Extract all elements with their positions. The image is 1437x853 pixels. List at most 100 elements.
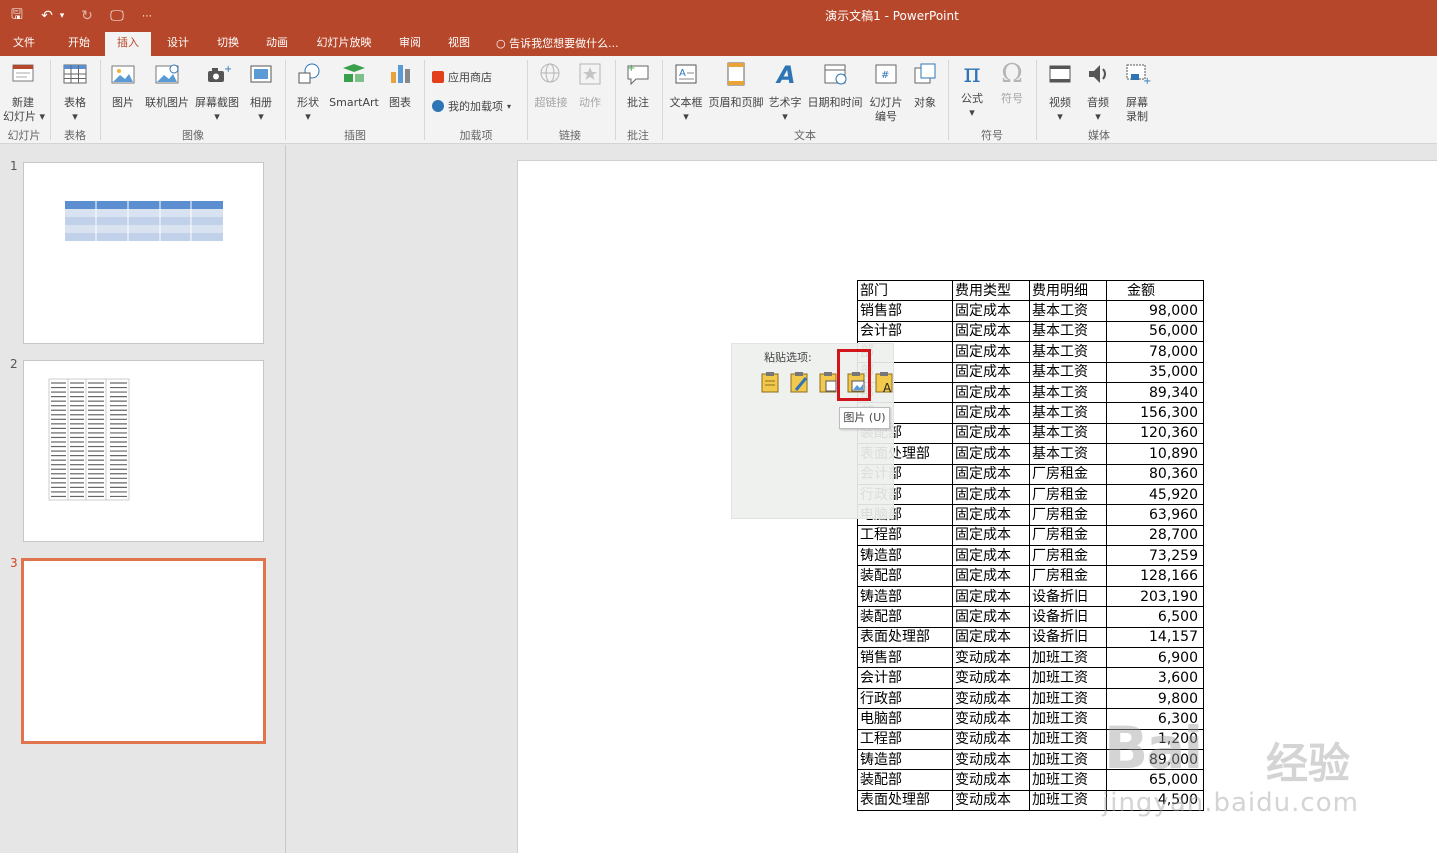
table-cell[interactable]: 变动成本 bbox=[952, 789, 1030, 812]
table-cell[interactable]: 14,157 bbox=[1106, 626, 1204, 649]
table-cell[interactable]: 固定成本 bbox=[952, 320, 1030, 343]
tab-transitions[interactable]: 切换 bbox=[205, 32, 251, 56]
table-cell[interactable]: 变动成本 bbox=[952, 748, 1030, 771]
table-cell[interactable]: 78,000 bbox=[1106, 341, 1204, 363]
action-button[interactable]: 动作 bbox=[572, 60, 608, 110]
table-cell[interactable]: 28,700 bbox=[1106, 524, 1204, 547]
table-cell[interactable]: 35,000 bbox=[1106, 361, 1204, 383]
table-cell[interactable]: 厂房租金 bbox=[1029, 545, 1107, 567]
table-cell[interactable]: 销售部 bbox=[857, 647, 953, 669]
slide-thumbnail-3[interactable] bbox=[21, 558, 266, 744]
table-cell[interactable]: 固定成本 bbox=[952, 463, 1030, 485]
table-cell[interactable]: 固定成本 bbox=[952, 626, 1030, 649]
comment-button[interactable]: + 批注 bbox=[620, 60, 656, 110]
table-cell[interactable]: 加班工资 bbox=[1029, 708, 1107, 730]
table-cell[interactable]: 厂房租金 bbox=[1029, 565, 1107, 587]
header-footer-button[interactable]: 页眉和页脚 bbox=[706, 60, 766, 110]
photo-album-button[interactable]: 相册 ▾ bbox=[243, 60, 279, 124]
my-addins-button[interactable]: 我的加载项 ▾ bbox=[432, 98, 511, 114]
slide-thumbnail-2[interactable] bbox=[23, 360, 264, 542]
text-box-button[interactable]: A 文本框 ▾ bbox=[666, 60, 706, 124]
table-cell[interactable]: 固定成本 bbox=[952, 361, 1030, 383]
table-cell[interactable]: 加班工资 bbox=[1029, 687, 1107, 710]
table-cell[interactable]: 固定成本 bbox=[952, 524, 1030, 547]
audio-button[interactable]: 音频 ▾ bbox=[1080, 60, 1116, 124]
new-slide-button[interactable]: 新建 幻灯片 ▾ bbox=[3, 60, 45, 124]
table-cell[interactable]: 会计部 bbox=[857, 667, 953, 689]
tab-animations[interactable]: 动画 bbox=[254, 32, 300, 56]
table-cell[interactable]: 63,960 bbox=[1106, 504, 1204, 526]
store-button[interactable]: 应用商店 bbox=[432, 69, 492, 85]
table-cell[interactable]: 加班工资 bbox=[1029, 769, 1107, 791]
table-cell[interactable]: 固定成本 bbox=[952, 381, 1030, 404]
table-cell[interactable]: 表面处理部 bbox=[857, 789, 953, 812]
table-cell[interactable]: 设备折旧 bbox=[1029, 585, 1107, 608]
slide-thumbnail-1[interactable] bbox=[23, 162, 264, 344]
table-cell[interactable]: 98,000 bbox=[1106, 300, 1204, 322]
table-cell[interactable]: 装配部 bbox=[857, 606, 953, 628]
table-cell[interactable]: 3,600 bbox=[1106, 667, 1204, 689]
table-cell[interactable]: 铸造部 bbox=[857, 748, 953, 771]
table-cell[interactable]: 设备折旧 bbox=[1029, 626, 1107, 649]
equation-button[interactable]: π 公式 ▾ bbox=[954, 60, 990, 120]
tab-slideshow[interactable]: 幻灯片放映 bbox=[308, 32, 380, 56]
table-cell[interactable]: 厂房租金 bbox=[1029, 483, 1107, 506]
hyperlink-button[interactable]: 超链接 bbox=[532, 60, 570, 110]
table-cell[interactable]: 固定成本 bbox=[952, 422, 1030, 445]
table-cell[interactable]: 120,360 bbox=[1106, 422, 1204, 445]
table-cell[interactable]: 89,340 bbox=[1106, 381, 1204, 404]
table-cell[interactable]: 加班工资 bbox=[1029, 667, 1107, 689]
table-cell[interactable]: 10,890 bbox=[1106, 443, 1204, 465]
tab-insert[interactable]: 插入 bbox=[105, 32, 151, 56]
table-cell[interactable]: 6,500 bbox=[1106, 606, 1204, 628]
table-cell[interactable]: 装配部 bbox=[857, 565, 953, 587]
table-cell[interactable]: 厂房租金 bbox=[1029, 524, 1107, 547]
table-cell[interactable]: 固定成本 bbox=[952, 606, 1030, 628]
table-cell[interactable]: 固定成本 bbox=[952, 443, 1030, 465]
table-cell[interactable]: 销售部 bbox=[857, 300, 953, 322]
table-cell[interactable]: 固定成本 bbox=[952, 341, 1030, 363]
table-cell[interactable]: 6,900 bbox=[1106, 647, 1204, 669]
table-cell[interactable]: 电脑部 bbox=[857, 708, 953, 730]
table-cell[interactable]: 厂房租金 bbox=[1029, 504, 1107, 526]
table-header-cell[interactable]: 费用明细 bbox=[1029, 279, 1107, 302]
wordart-button[interactable]: A 艺术字 ▾ bbox=[766, 60, 804, 124]
slide-number-button[interactable]: # 幻灯片 编号 bbox=[866, 60, 906, 124]
table-cell[interactable]: 128,166 bbox=[1106, 565, 1204, 587]
screen-recording-button[interactable]: + 屏幕 录制 bbox=[1118, 60, 1156, 124]
tab-home[interactable]: 开始 bbox=[55, 32, 103, 56]
table-cell[interactable]: 203,190 bbox=[1106, 585, 1204, 608]
table-cell[interactable]: 80,360 bbox=[1106, 463, 1204, 485]
tab-file[interactable]: 文件 bbox=[0, 32, 48, 56]
chart-button[interactable]: 图表 bbox=[382, 60, 418, 110]
table-cell[interactable]: 变动成本 bbox=[952, 667, 1030, 689]
table-cell[interactable]: 变动成本 bbox=[952, 708, 1030, 730]
table-cell[interactable]: 固定成本 bbox=[952, 483, 1030, 506]
table-cell[interactable]: 固定成本 bbox=[952, 565, 1030, 587]
tab-design[interactable]: 设计 bbox=[155, 32, 201, 56]
table-cell[interactable]: 工程部 bbox=[857, 728, 953, 750]
table-cell[interactable]: 会计部 bbox=[857, 320, 953, 343]
table-cell[interactable]: 变动成本 bbox=[952, 769, 1030, 791]
table-cell[interactable]: 行政部 bbox=[857, 687, 953, 710]
smartart-button[interactable]: SmartArt bbox=[328, 60, 380, 110]
table-cell[interactable]: 56,000 bbox=[1106, 320, 1204, 343]
table-cell[interactable]: 铸造部 bbox=[857, 545, 953, 567]
table-cell[interactable]: 装配部 bbox=[857, 769, 953, 791]
symbol-button[interactable]: Ω 符号 bbox=[994, 60, 1030, 106]
table-cell[interactable]: 加班工资 bbox=[1029, 728, 1107, 750]
table-cell[interactable]: 加班工资 bbox=[1029, 647, 1107, 669]
table-header-cell[interactable]: 金额 bbox=[1106, 279, 1204, 302]
paste-embed-icon[interactable] bbox=[817, 370, 839, 394]
table-cell[interactable]: 基本工资 bbox=[1029, 443, 1107, 465]
table-cell[interactable]: 基本工资 bbox=[1029, 381, 1107, 404]
screenshot-button[interactable]: + 屏幕截图 ▾ bbox=[192, 60, 242, 124]
table-cell[interactable]: 工程部 bbox=[857, 524, 953, 547]
table-cell[interactable]: 厂房租金 bbox=[1029, 463, 1107, 485]
paste-use-destination-theme-icon[interactable] bbox=[759, 370, 781, 394]
table-cell[interactable]: 基本工资 bbox=[1029, 320, 1107, 343]
paste-keep-source-formatting-icon[interactable] bbox=[788, 370, 810, 394]
paste-keep-text-only-icon[interactable]: A bbox=[873, 370, 895, 394]
table-cell[interactable]: 基本工资 bbox=[1029, 361, 1107, 383]
table-cell[interactable]: 固定成本 bbox=[952, 545, 1030, 567]
